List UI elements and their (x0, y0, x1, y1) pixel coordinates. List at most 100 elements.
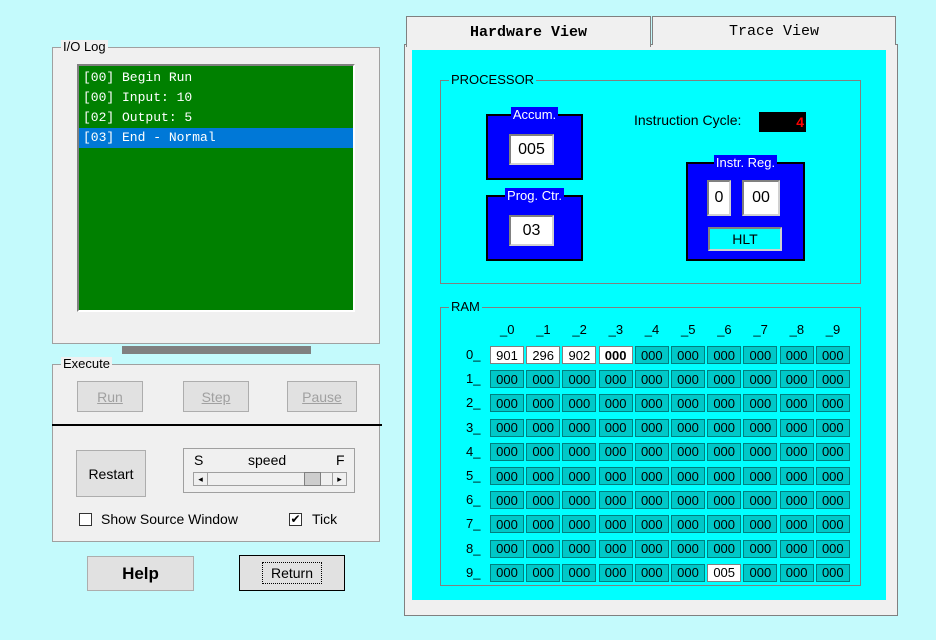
ram-cell[interactable]: 000 (562, 467, 597, 485)
ram-cell[interactable]: 000 (562, 370, 597, 389)
ram-cell[interactable]: 902 (562, 346, 597, 364)
ram-cell[interactable]: 000 (526, 394, 561, 413)
tab-trace-view[interactable]: Trace View (652, 16, 896, 45)
ram-cell[interactable]: 000 (815, 491, 850, 510)
ram-cell[interactable]: 000 (526, 563, 561, 582)
ram-cell[interactable]: 000 (598, 370, 633, 389)
step-button[interactable]: Step (183, 381, 249, 412)
ram-cell[interactable]: 000 (743, 370, 778, 389)
ram-cell[interactable]: 000 (562, 563, 597, 582)
ram-cell[interactable]: 000 (779, 346, 814, 364)
ram-cell[interactable]: 000 (671, 515, 705, 534)
ram-cell[interactable]: 000 (779, 467, 814, 485)
scroll-left-icon[interactable]: ◂ (194, 473, 208, 485)
ram-cell[interactable]: 000 (707, 442, 742, 461)
ram-cell[interactable]: 000 (634, 563, 669, 582)
speed-thumb[interactable] (304, 472, 322, 486)
ram-cell[interactable]: 000 (779, 394, 814, 413)
ram-cell[interactable]: 000 (598, 394, 633, 413)
ram-cell[interactable]: 000 (598, 515, 633, 534)
ram-cell[interactable]: 000 (490, 467, 524, 485)
log-line[interactable]: [00] Input: 10 (79, 88, 353, 108)
ram-cell[interactable]: 000 (634, 515, 669, 534)
ram-cell[interactable]: 000 (707, 370, 742, 389)
run-button[interactable]: Run (77, 381, 143, 412)
ram-cell[interactable]: 000 (779, 491, 814, 510)
ram-cell[interactable]: 000 (598, 442, 633, 461)
ram-cell[interactable]: 000 (707, 539, 742, 558)
ram-cell[interactable]: 296 (526, 346, 561, 364)
ram-cell[interactable]: 000 (779, 515, 814, 534)
ram-cell[interactable]: 000 (490, 442, 524, 461)
ram-cell[interactable]: 000 (671, 491, 705, 510)
ram-cell[interactable]: 000 (562, 394, 597, 413)
io-log-splitter[interactable] (122, 346, 311, 354)
ram-cell[interactable]: 000 (526, 370, 561, 389)
ram-cell[interactable]: 000 (671, 394, 705, 413)
return-button[interactable]: Return (239, 555, 345, 591)
ram-cell[interactable]: 000 (490, 370, 524, 389)
ram-cell[interactable]: 000 (598, 346, 633, 364)
ram-cell[interactable]: 000 (671, 467, 705, 485)
ram-cell[interactable]: 000 (490, 418, 524, 437)
ram-cell[interactable]: 000 (779, 563, 814, 582)
ram-cell[interactable]: 000 (671, 442, 705, 461)
ram-cell[interactable]: 000 (634, 491, 669, 510)
ram-cell[interactable]: 000 (598, 467, 633, 485)
io-log-list[interactable]: [00] Begin Run [00] Input: 10 [02] Output:… (77, 64, 355, 312)
ram-cell[interactable]: 000 (815, 370, 850, 389)
ram-cell[interactable]: 901 (490, 346, 524, 364)
ram-cell[interactable]: 000 (562, 418, 597, 437)
ram-cell[interactable]: 000 (526, 491, 561, 510)
ram-cell[interactable]: 000 (671, 346, 705, 364)
show-source-checkbox[interactable] (79, 513, 92, 526)
ram-cell[interactable]: 000 (526, 418, 561, 437)
ram-cell[interactable]: 000 (634, 370, 669, 389)
ram-cell[interactable]: 000 (743, 563, 778, 582)
ram-cell[interactable]: 000 (598, 491, 633, 510)
ram-cell[interactable]: 000 (743, 346, 778, 364)
ram-cell[interactable]: 000 (779, 370, 814, 389)
ram-cell[interactable]: 000 (526, 442, 561, 461)
ram-cell[interactable]: 000 (526, 515, 561, 534)
ram-cell[interactable]: 000 (815, 515, 850, 534)
ram-cell[interactable]: 000 (671, 563, 705, 582)
ram-cell[interactable]: 000 (743, 491, 778, 510)
ram-cell[interactable]: 000 (707, 418, 742, 437)
ram-cell[interactable]: 000 (743, 394, 778, 413)
ram-cell[interactable]: 000 (743, 539, 778, 558)
ram-cell[interactable]: 000 (671, 539, 705, 558)
ram-cell[interactable]: 000 (562, 491, 597, 510)
ram-cell[interactable]: 000 (815, 539, 850, 558)
ram-cell[interactable]: 000 (743, 467, 778, 485)
pause-button[interactable]: Pause (287, 381, 357, 412)
ram-cell[interactable]: 000 (815, 442, 850, 461)
ram-cell[interactable]: 005 (707, 563, 742, 582)
ram-cell[interactable]: 000 (634, 346, 669, 364)
ram-cell[interactable]: 000 (490, 394, 524, 413)
ram-cell[interactable]: 000 (779, 418, 814, 437)
ram-cell[interactable]: 000 (743, 515, 778, 534)
ram-cell[interactable]: 000 (671, 370, 705, 389)
help-button[interactable]: Help (87, 556, 194, 591)
ram-cell[interactable]: 000 (815, 346, 850, 364)
ram-cell[interactable]: 000 (707, 467, 742, 485)
ram-cell[interactable]: 000 (779, 539, 814, 558)
speed-scrollbar[interactable]: ◂ ▸ (193, 472, 347, 486)
ram-cell[interactable]: 000 (743, 418, 778, 437)
ram-cell[interactable]: 000 (562, 539, 597, 558)
ram-cell[interactable]: 000 (671, 418, 705, 437)
ram-cell[interactable]: 000 (815, 467, 850, 485)
ram-cell[interactable]: 000 (526, 467, 561, 485)
restart-button[interactable]: Restart (76, 450, 146, 497)
ram-cell[interactable]: 000 (598, 563, 633, 582)
ram-cell[interactable]: 000 (634, 394, 669, 413)
ram-cell[interactable]: 000 (815, 563, 850, 582)
ram-cell[interactable]: 000 (562, 515, 597, 534)
log-line[interactable]: [03] End - Normal (79, 128, 353, 148)
ram-cell[interactable]: 000 (598, 418, 633, 437)
ram-cell[interactable]: 000 (634, 467, 669, 485)
ram-cell[interactable]: 000 (598, 539, 633, 558)
ram-cell[interactable]: 000 (707, 515, 742, 534)
ram-cell[interactable]: 000 (634, 418, 669, 437)
